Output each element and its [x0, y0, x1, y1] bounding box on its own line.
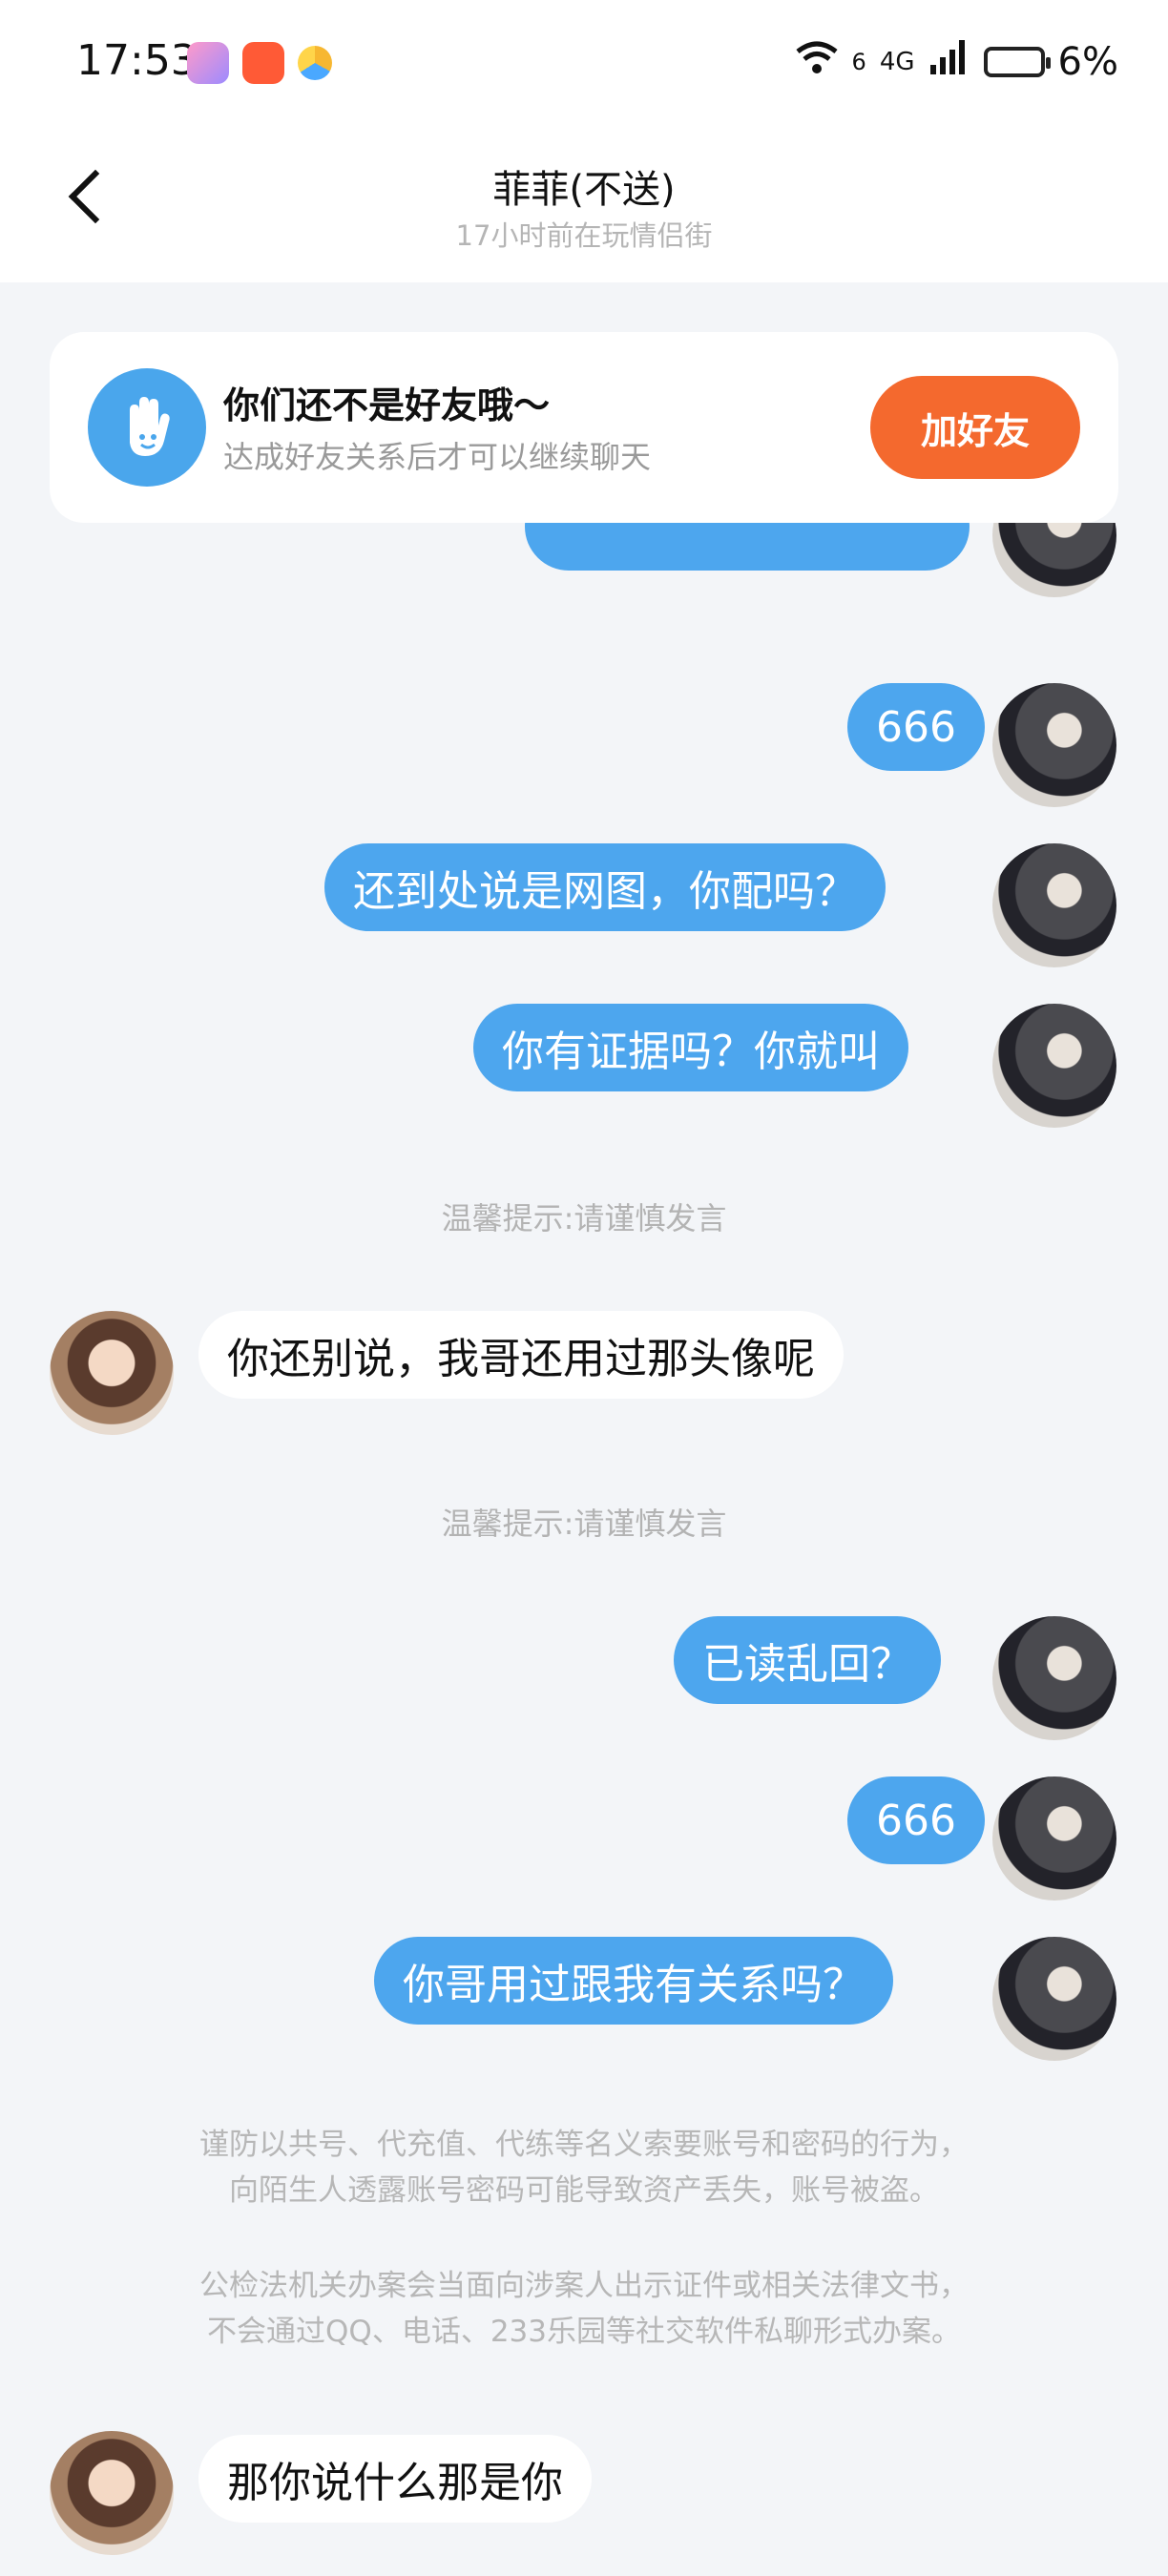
notice-line: 向陌生人透露账号密码可能导致资产丢失，账号被盗。: [229, 2173, 939, 2208]
my-avatar[interactable]: [992, 843, 1116, 967]
card-title: 你们还不是好友哦～: [223, 384, 551, 426]
message-bubble-out[interactable]: 已读乱回？: [674, 1616, 941, 1704]
status-indicators: 6 4G 6%: [795, 38, 1118, 86]
my-avatar[interactable]: [992, 1004, 1116, 1128]
message-bubble-out[interactable]: 666: [847, 683, 985, 771]
message-bubble-partial[interactable]: [525, 523, 970, 571]
my-avatar[interactable]: [992, 523, 1116, 597]
message-bubble-out[interactable]: 你有证据吗？你就叫: [473, 1004, 908, 1091]
security-notice: 谨防以共号、代充值、代练等名义索要账号和密码的行为， 向陌生人透露账号密码可能导…: [0, 2122, 1168, 2213]
network-label: 4G: [879, 48, 915, 76]
notice-line: 公检法机关办案会当面向涉案人出示证件或相关法律文书，: [199, 2269, 969, 2303]
warning-hint: 温馨提示:请谨慎发言: [441, 1200, 727, 1236]
add-friend-button[interactable]: 加好友: [870, 376, 1080, 479]
battery-level: 6%: [1057, 40, 1118, 84]
contact-avatar[interactable]: [50, 2431, 174, 2555]
pinwheel-app-icon: [298, 46, 332, 80]
battery-icon: [983, 47, 1051, 77]
wifi-icon: [795, 40, 839, 85]
waving-hand-icon: [88, 368, 206, 487]
security-notice: 公检法机关办案会当面向涉案人出示证件或相关法律文书， 不会通过QQ、电话、233…: [0, 2263, 1168, 2355]
my-avatar[interactable]: [992, 1776, 1116, 1901]
message-bubble-in[interactable]: 那你说什么那是你: [198, 2435, 592, 2523]
chat-title: 菲菲(不送): [492, 168, 676, 212]
message-bubble-out[interactable]: 666: [847, 1776, 985, 1864]
card-subtitle: 达成好友关系后才可以继续聊天: [223, 439, 652, 475]
video-app-icon: [242, 42, 284, 84]
status-app-icons: [187, 42, 332, 84]
warning-hint: 温馨提示:请谨慎发言: [441, 1506, 727, 1542]
message-bubble-out[interactable]: 还到处说是网图，你配吗？: [324, 843, 886, 931]
top-bar: 17:53 6 4G 6% 菲菲(不送) 17小时前在玩情侣街: [0, 0, 1168, 282]
notice-line: 谨防以共号、代充值、代练等名义索要账号和密码的行为，: [199, 2128, 969, 2162]
contact-avatar[interactable]: [50, 1311, 174, 1435]
signal-strength-label: 6: [851, 49, 866, 75]
message-bubble-out[interactable]: 你哥用过跟我有关系吗？: [374, 1937, 893, 2025]
my-avatar[interactable]: [992, 683, 1116, 807]
my-avatar[interactable]: [992, 1937, 1116, 2061]
status-time: 17:53: [76, 36, 198, 85]
my-avatar[interactable]: [992, 1616, 1116, 1740]
notice-line: 不会通过QQ、电话、233乐园等社交软件私聊形式办案。: [207, 2315, 961, 2349]
message-bubble-in[interactable]: 你还别说，我哥还用过那头像呢: [198, 1311, 844, 1399]
message-list[interactable]: 666 还到处说是网图，你配吗？ 你有证据吗？你就叫 温馨提示:请谨慎发言 你还…: [0, 523, 1168, 2576]
chat-subtitle: 17小时前在玩情侣街: [455, 219, 713, 252]
friend-request-card: 你们还不是好友哦～ 达成好友关系后才可以继续聊天 加好友: [50, 332, 1118, 523]
signal-bars-icon: [928, 38, 970, 86]
game-app-icon: [187, 42, 229, 84]
